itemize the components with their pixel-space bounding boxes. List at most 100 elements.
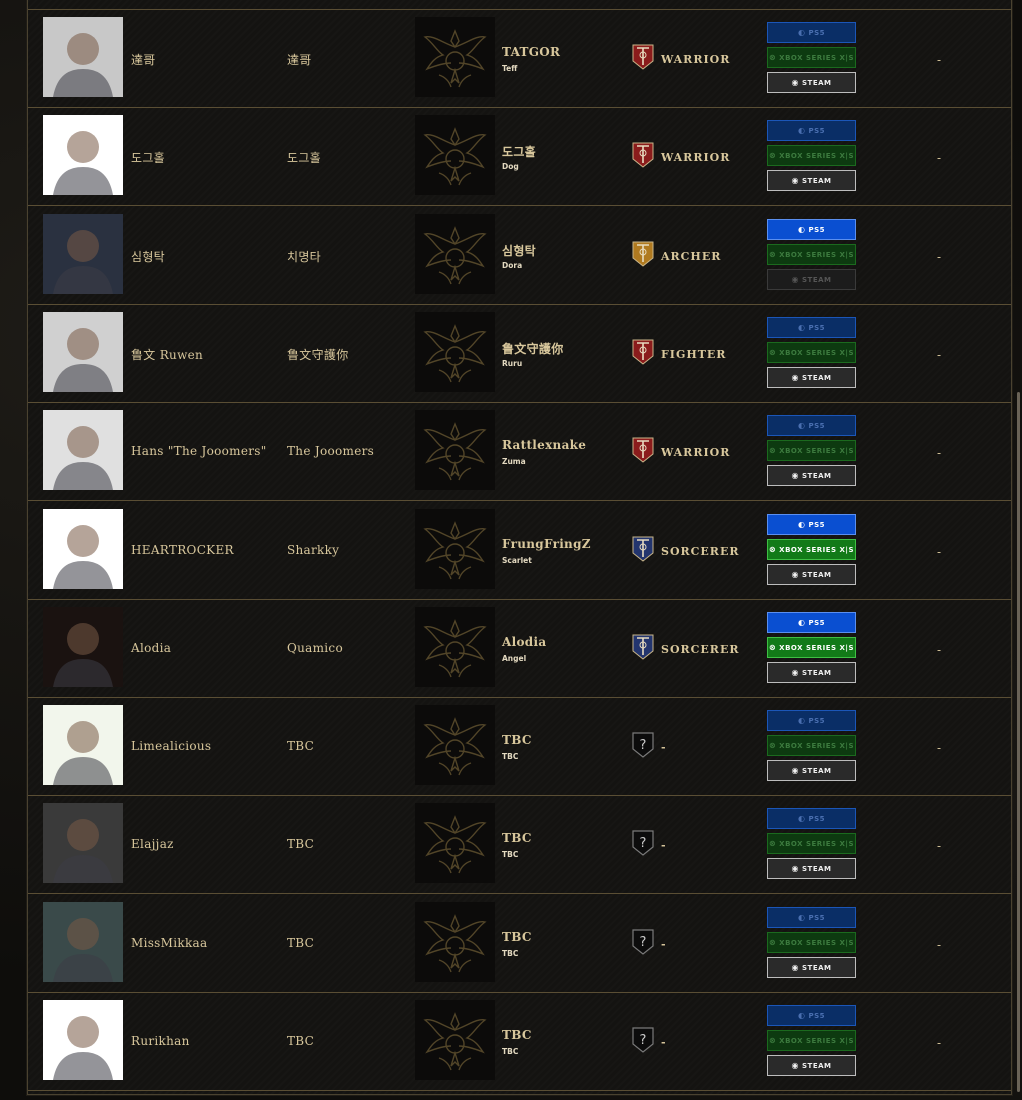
steam-icon: ◉: [791, 176, 799, 185]
steam-button[interactable]: ◉ STEAM: [767, 367, 856, 388]
steam-button[interactable]: ◉ STEAM: [767, 170, 856, 191]
pawn-subname: Dog: [502, 162, 519, 171]
table-row: Elajjaz TBC TBC TBC? - ◐ PS5 ⊗ XBOX SERIES X|S ◉ S…: [28, 796, 1011, 894]
xbox-label: XBOX SERIES X|S: [779, 1036, 855, 1045]
ps5-button[interactable]: ◐ PS5: [767, 120, 856, 141]
vocation-label: -: [661, 741, 667, 754]
xbox-button[interactable]: ⊗ XBOX SERIES X|S: [767, 244, 856, 265]
vocation-label: ARCHER: [661, 250, 722, 263]
streamer-name: HEARTROCKER: [131, 543, 234, 557]
streamer-name: MissMikkaa: [131, 936, 208, 950]
steam-button[interactable]: ◉ STEAM: [767, 72, 856, 93]
ps5-button[interactable]: ◐ PS5: [767, 514, 856, 535]
pawn-name: Alodia: [502, 635, 547, 649]
playstation-icon: ◐: [797, 421, 806, 430]
character-name: TBC: [287, 739, 315, 753]
ps5-button[interactable]: ◐ PS5: [767, 612, 856, 633]
steam-button[interactable]: ◉ STEAM: [767, 760, 856, 781]
ps5-button[interactable]: ◐ PS5: [767, 317, 856, 338]
table-row: 鲁文 Ruwen 鲁文守護你 鲁文守護你 Ruru FIGHTER ◐ PS5 ⊗ XBOX S…: [28, 305, 1011, 403]
avatar: [43, 509, 123, 589]
xbox-button[interactable]: ⊗ XBOX SERIES X|S: [767, 440, 856, 461]
ps5-button[interactable]: ◐ PS5: [767, 219, 856, 240]
character-name: TBC: [287, 837, 315, 851]
ps5-label: PS5: [808, 225, 826, 234]
unknown-class-icon: ?: [631, 1026, 655, 1054]
steam-button[interactable]: ◉ STEAM: [767, 662, 856, 683]
steam-label: STEAM: [802, 570, 832, 579]
avatar: [43, 902, 123, 982]
steam-label: STEAM: [802, 373, 832, 382]
extra-value: -: [937, 446, 942, 460]
character-name: TBC: [287, 936, 315, 950]
xbox-button[interactable]: ⊗ XBOX SERIES X|S: [767, 1030, 856, 1051]
dragon-crest-icon: [415, 17, 495, 97]
ps5-button[interactable]: ◐ PS5: [767, 710, 856, 731]
xbox-button[interactable]: ⊗ XBOX SERIES X|S: [767, 145, 856, 166]
xbox-label: XBOX SERIES X|S: [779, 446, 855, 455]
extra-value: -: [937, 938, 942, 952]
table-row: Hans "The Jooomers" The Jooomers Rattlexna…: [28, 403, 1011, 501]
steam-label: STEAM: [802, 78, 832, 87]
character-name: 鲁文守護你: [287, 348, 349, 362]
xbox-icon: ⊗: [768, 545, 777, 554]
steam-label: STEAM: [802, 963, 832, 972]
xbox-icon: ⊗: [768, 643, 777, 652]
xbox-button[interactable]: ⊗ XBOX SERIES X|S: [767, 539, 856, 560]
class-shield-icon: [631, 43, 655, 71]
steam-label: STEAM: [802, 864, 832, 873]
steam-button[interactable]: ◉ STEAM: [767, 269, 856, 290]
xbox-button[interactable]: ⊗ XBOX SERIES X|S: [767, 47, 856, 68]
xbox-button[interactable]: ⊗ XBOX SERIES X|S: [767, 833, 856, 854]
steam-label: STEAM: [802, 1061, 832, 1070]
pawn-name: TBC: [502, 831, 532, 845]
playstation-icon: ◐: [797, 520, 806, 529]
steam-icon: ◉: [791, 78, 799, 87]
ps5-button[interactable]: ◐ PS5: [767, 907, 856, 928]
table-row: MissMikkaa TBC TBC TBC? - ◐ PS5 ⊗ XBOX SERIES X|…: [28, 895, 1011, 993]
table-row: Alodia Quamico Alodia Angel SORCERER ◐ PS5 ⊗ XBO…: [28, 600, 1011, 698]
ps5-label: PS5: [808, 520, 826, 529]
dragon-crest-icon: [415, 902, 495, 982]
dragon-crest-icon: [415, 705, 495, 785]
ps5-button[interactable]: ◐ PS5: [767, 808, 856, 829]
avatar: [43, 312, 123, 392]
steam-button[interactable]: ◉ STEAM: [767, 564, 856, 585]
streamer-name: 達哥: [131, 53, 156, 67]
platform-list: ◐ PS5 ⊗ XBOX SERIES X|S ◉ STEAM: [767, 907, 859, 982]
ps5-button[interactable]: ◐ PS5: [767, 1005, 856, 1026]
xbox-icon: ⊗: [768, 348, 777, 357]
extra-value: -: [937, 741, 942, 755]
avatar: [43, 607, 123, 687]
dragon-crest-icon: [415, 312, 495, 392]
pawn-name: 鲁文守護你: [502, 342, 564, 356]
dragon-crest-icon: [415, 1000, 495, 1080]
playstation-icon: ◐: [797, 323, 806, 332]
steam-button[interactable]: ◉ STEAM: [767, 858, 856, 879]
steam-icon: ◉: [791, 471, 799, 480]
class-shield-icon: [631, 240, 655, 268]
streamer-name: Rurikhan: [131, 1034, 190, 1048]
xbox-button[interactable]: ⊗ XBOX SERIES X|S: [767, 735, 856, 756]
scrollbar-thumb[interactable]: [1017, 392, 1020, 1092]
ps5-label: PS5: [808, 913, 826, 922]
xbox-button[interactable]: ⊗ XBOX SERIES X|S: [767, 932, 856, 953]
ps5-button[interactable]: ◐ PS5: [767, 415, 856, 436]
pawn-subname: TBC: [502, 949, 519, 958]
dragon-crest-icon: [415, 115, 495, 195]
class-shield-icon: [631, 436, 655, 464]
xbox-button[interactable]: ⊗ XBOX SERIES X|S: [767, 342, 856, 363]
ps5-label: PS5: [808, 618, 826, 627]
steam-button[interactable]: ◉ STEAM: [767, 1055, 856, 1076]
class-shield-icon: [631, 633, 655, 661]
steam-button[interactable]: ◉ STEAM: [767, 465, 856, 486]
dragon-crest-icon: [415, 410, 495, 490]
ps5-label: PS5: [808, 814, 826, 823]
pawn-subname: Angel: [502, 654, 527, 663]
steam-button[interactable]: ◉ STEAM: [767, 957, 856, 978]
xbox-button[interactable]: ⊗ XBOX SERIES X|S: [767, 637, 856, 658]
ps5-button[interactable]: ◐ PS5: [767, 22, 856, 43]
ps5-label: PS5: [808, 323, 826, 332]
xbox-label: XBOX SERIES X|S: [779, 250, 855, 259]
pawn-subname: Dora: [502, 261, 523, 270]
